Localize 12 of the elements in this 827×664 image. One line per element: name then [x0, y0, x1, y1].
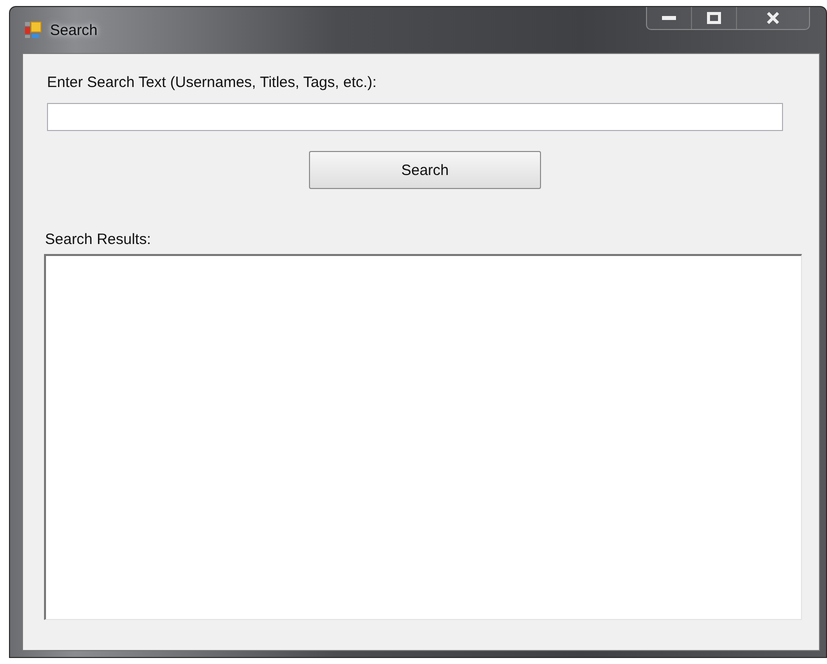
- search-label: Enter Search Text (Usernames, Titles, Tags, etc.):: [47, 74, 378, 91]
- maximize-button[interactable]: [691, 7, 736, 29]
- close-button[interactable]: [736, 7, 809, 29]
- search-button[interactable]: Search: [309, 151, 541, 189]
- minimize-icon: [661, 15, 677, 21]
- window-title: Search: [50, 22, 98, 38]
- app-icon: [24, 21, 42, 39]
- minimize-button[interactable]: [647, 7, 691, 29]
- results-label: Search Results:: [45, 231, 152, 248]
- close-icon: [766, 12, 780, 24]
- maximize-icon: [707, 12, 721, 24]
- search-field[interactable]: [47, 103, 783, 131]
